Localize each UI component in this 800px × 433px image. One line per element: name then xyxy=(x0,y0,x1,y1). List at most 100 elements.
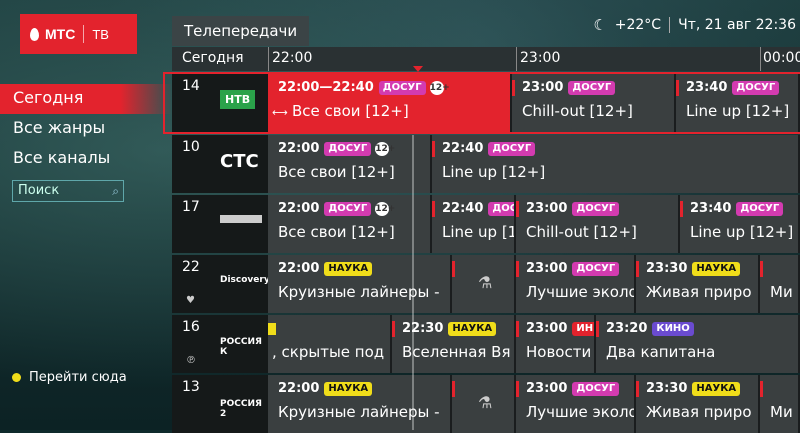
program-cell[interactable]: 23:00 ДОСУГ Лучшие эколо xyxy=(516,255,636,313)
program-cell[interactable]: 22:40ДОСУГ Line up [12+] xyxy=(432,135,800,193)
program-cell[interactable]: 22:00 ДОСУГ 12+ Все свои [12+] xyxy=(268,135,432,193)
tv-guide-grid: Телепередачи Сегодня 22:00 23:00 00:00 1… xyxy=(163,0,800,433)
program-cell[interactable]: 22:00 НАУКА Круизные лайнеры - xyxy=(268,255,452,313)
program-start-mark xyxy=(636,381,639,397)
program-start-mark xyxy=(516,381,519,397)
program-cell[interactable]: ⚗ xyxy=(452,255,516,313)
channel-number: 10 xyxy=(182,139,200,155)
program-title: Ми xyxy=(770,403,793,421)
logo-separator xyxy=(83,25,85,43)
program-title: Все свои [12+] xyxy=(278,163,395,181)
program-cell[interactable]: , скрытые под xyxy=(268,315,392,373)
program-time: 22:30 НАУКА xyxy=(402,321,497,336)
mts-tv-logo: МТС ТВ xyxy=(20,14,137,54)
genre-color-mark xyxy=(268,323,276,335)
timeline-0000: 00:00 xyxy=(763,50,800,66)
search-input[interactable]: Поиск ⌕ xyxy=(12,180,124,202)
program-start-mark xyxy=(760,381,763,397)
program-cell[interactable]: 23:20 КИНО Два капитана xyxy=(596,315,800,373)
program-start-mark xyxy=(516,201,519,217)
science-flask-icon: ⚗ xyxy=(478,393,493,412)
program-start-mark xyxy=(596,321,599,337)
program-title: Круизные лайнеры - xyxy=(278,403,440,421)
channel-logo xyxy=(220,215,262,223)
program-cell[interactable]: 23:00 ДОСУГ Лучшие эколо xyxy=(516,375,636,433)
program-time: 23:00 ИН xyxy=(526,321,594,336)
program-cell[interactable]: 22:30 НАУКА Вселенная Вя xyxy=(392,315,516,373)
program-cell[interactable]: 23:00 ИН Новости xyxy=(516,315,596,373)
program-time: 23:00 ДОСУГ xyxy=(526,201,620,216)
channel-row: 22 Discovery ♥ 22:00 НАУКА Круизные лайне… xyxy=(172,255,800,313)
mts-egg-icon xyxy=(30,27,39,41)
guide-title: Телепередачи xyxy=(172,16,310,46)
program-cell[interactable]: 23:30 НАУКА Живая приро xyxy=(636,255,760,313)
channel-logo: РОССИЯ К xyxy=(220,337,262,357)
search-placeholder: Поиск xyxy=(18,183,60,198)
program-title: Новости xyxy=(526,343,592,361)
current-time-line xyxy=(412,135,414,430)
program-title: Все свои [12+] xyxy=(278,223,395,241)
timeline-tick xyxy=(268,47,269,71)
program-title: Line up [12+] xyxy=(442,223,516,241)
channel-row: 13 РОССИЯ 2 22:00 НАУКА Круизные лайнеры … xyxy=(172,375,800,433)
program-time: 23:40 ДОСУГ xyxy=(690,201,784,216)
program-start-mark xyxy=(636,261,639,277)
channel-cell[interactable]: 16 РОССИЯ К ℗ xyxy=(172,315,268,373)
program-cell[interactable]: 23:30 НАУКА Живая приро xyxy=(636,375,760,433)
menu-item-all-channels[interactable]: Все каналы xyxy=(0,144,172,174)
yellow-button-icon xyxy=(12,373,21,382)
program-cell[interactable]: Ми xyxy=(760,255,800,313)
paid-channel-icon: ℗ xyxy=(186,355,196,366)
timeline: Сегодня 22:00 23:00 00:00 xyxy=(172,47,800,71)
program-start-mark xyxy=(432,201,435,217)
channel-logo: Discovery xyxy=(220,275,270,285)
favorite-heart-icon: ♥ xyxy=(186,295,195,306)
selection-highlight xyxy=(163,72,800,134)
menu-item-all-genres[interactable]: Все жанры xyxy=(0,114,172,144)
program-start-mark xyxy=(760,261,763,277)
program-time: 22:00 НАУКА xyxy=(278,381,373,396)
channel-number: 16 xyxy=(182,319,200,335)
left-menu: Сегодня Все жанры Все каналы xyxy=(0,84,172,174)
channel-cell[interactable]: 17 xyxy=(172,195,268,253)
program-title: Line up [12+] xyxy=(442,163,546,181)
program-title: Круизные лайнеры - xyxy=(278,283,440,301)
program-time: 23:30 НАУКА xyxy=(646,381,741,396)
logo-tv: ТВ xyxy=(92,26,109,42)
channel-cell[interactable]: 10 СТС xyxy=(172,135,268,193)
timeline-tick xyxy=(516,47,517,71)
channel-cell[interactable]: 13 РОССИЯ 2 xyxy=(172,375,268,433)
program-start-mark xyxy=(452,261,455,277)
program-title: Два капитана xyxy=(606,343,716,361)
program-time: 22:00 ДОСУГ 12+ xyxy=(278,141,396,156)
timeline-tick xyxy=(760,47,761,71)
program-title: Ми xyxy=(770,283,793,301)
program-cell[interactable]: 22:00 НАУКА Круизные лайнеры - xyxy=(268,375,452,433)
menu-item-today[interactable]: Сегодня xyxy=(0,84,172,114)
program-time: 22:40ДОСУГ xyxy=(442,141,536,156)
timeline-2200: 22:00 xyxy=(272,50,313,66)
timeline-2300: 23:00 xyxy=(520,50,561,66)
program-cell[interactable]: 23:40 ДОСУГ Line up [12+] xyxy=(680,195,800,253)
goto-hint[interactable]: Перейти сюда xyxy=(12,370,127,385)
program-start-mark xyxy=(516,261,519,277)
program-title: Лучшие эколо xyxy=(526,403,636,421)
channel-number: 22 xyxy=(182,259,200,275)
program-title: Line up [12+] xyxy=(690,223,794,241)
program-time: 22:00 ДОСУГ 12+ xyxy=(278,201,396,216)
program-cell[interactable]: 22:40ДОСУГ Line up [12+] xyxy=(432,195,516,253)
program-start-mark xyxy=(432,141,435,157)
program-cell[interactable]: 23:00 ДОСУГ Chill-out [12+] xyxy=(516,195,680,253)
channel-cell[interactable]: 22 Discovery ♥ xyxy=(172,255,270,313)
program-time: 23:30 НАУКА xyxy=(646,261,741,276)
program-title: Живая приро xyxy=(646,403,752,421)
search-icon: ⌕ xyxy=(112,184,119,198)
channel-logo: СТС xyxy=(220,151,259,172)
program-cell[interactable]: 22:00 ДОСУГ 12+ Все свои [12+] xyxy=(268,195,432,253)
program-cell[interactable]: Ми xyxy=(760,375,800,433)
program-cell[interactable]: ⚗ xyxy=(452,375,516,433)
program-title: Chill-out [12+] xyxy=(526,223,637,241)
program-title: , скрытые под xyxy=(272,343,385,361)
channel-row: 17 22:00ДОСУГ12+ Все свои [12+] 22:40ДОС… xyxy=(172,195,800,253)
program-start-mark xyxy=(516,321,519,337)
